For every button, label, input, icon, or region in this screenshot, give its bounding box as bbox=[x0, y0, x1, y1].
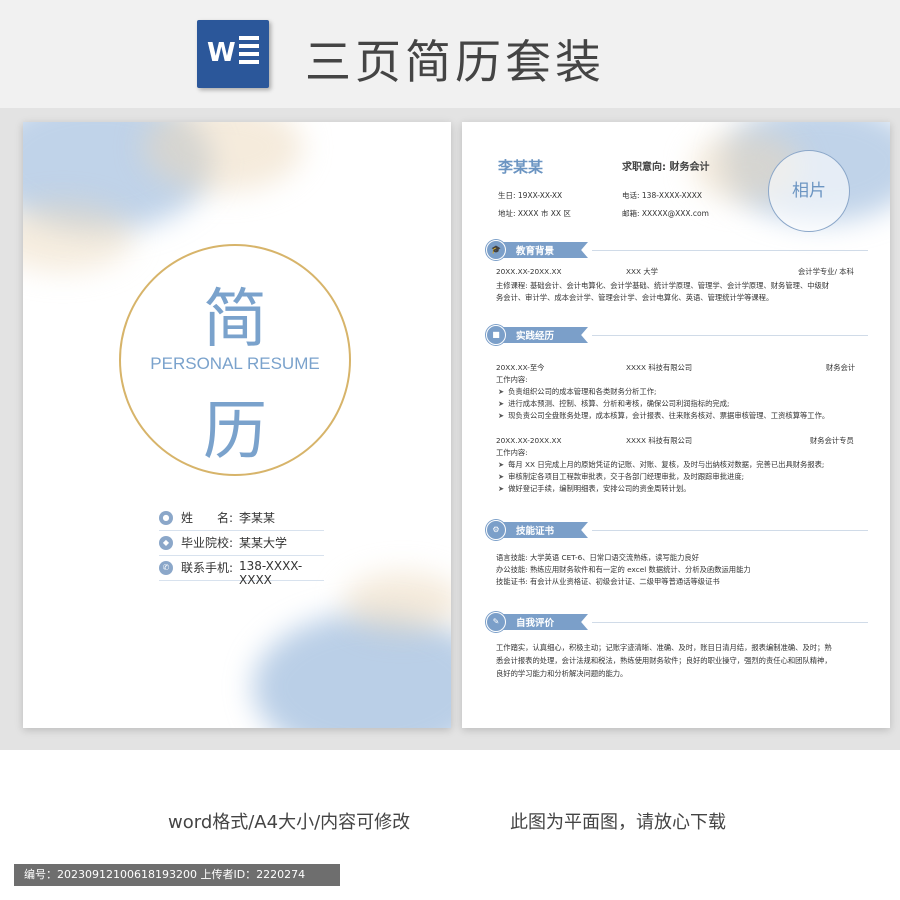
section-self: ✎ 自我评价 bbox=[484, 612, 592, 632]
footer-format-note: word格式/A4大小/内容可修改 bbox=[168, 812, 411, 833]
word-icon: W bbox=[197, 20, 269, 88]
id-bar: 编号：20230912100618193200 上传者ID：2220274 bbox=[14, 864, 340, 886]
title-ring: 简 PERSONAL RESUME 历 bbox=[119, 244, 351, 476]
job2-row: 20XX.XX-20XX.XX XXXX 科技有限公司 财务会计专员 bbox=[496, 436, 854, 445]
section-education: 🎓 教育背景 bbox=[484, 240, 592, 260]
cover-info-school: ◆ 毕业院校: 某某大学 bbox=[159, 533, 324, 556]
job-intent: 求职意向: 财务会计 bbox=[622, 162, 710, 173]
resume-name: 李某某 bbox=[498, 158, 544, 176]
page-title: 三页简历套装 bbox=[305, 35, 605, 89]
birth: 生日: 19XX-XX-XX bbox=[498, 191, 563, 200]
cover-page: 简 PERSONAL RESUME 历 ● 姓 名: 李某某 ◆ 毕业院校: 某… bbox=[23, 122, 451, 728]
cover-char-bottom: 历 bbox=[203, 395, 267, 469]
phone: 电话: 138-XXXX-XXXX bbox=[622, 191, 702, 200]
email: 邮箱: XXXXX@XXX.com bbox=[622, 209, 709, 218]
phone-icon: ✆ bbox=[159, 561, 173, 575]
pencil-icon: ✎ bbox=[486, 612, 506, 632]
photo-placeholder: 相片 bbox=[768, 150, 850, 232]
cover-subtitle: PERSONAL RESUME bbox=[150, 354, 320, 373]
section-skills: ⚙ 技能证书 bbox=[484, 520, 592, 540]
cover-info-phone: ✆ 联系手机: 138-XXXX-XXXX bbox=[159, 558, 324, 587]
briefcase-icon: ■ bbox=[486, 325, 506, 345]
gear-icon: ⚙ bbox=[486, 520, 506, 540]
cover-info-name: ● 姓 名: 李某某 bbox=[159, 508, 324, 531]
person-icon: ● bbox=[159, 511, 173, 525]
job1-row: 20XX.XX-至今 XXXX 科技有限公司 财务会计 bbox=[496, 363, 856, 372]
edu-row: 20XX.XX-20XX.XX XXX 大学 会计学专业/ 本科 bbox=[496, 267, 854, 276]
address: 地址: XXXX 市 XX 区 bbox=[498, 209, 571, 218]
cover-char-top: 简 bbox=[203, 283, 267, 357]
word-icon-letter: W bbox=[207, 38, 236, 68]
resume-page: 李某某 求职意向: 财务会计 生日: 19XX-XX-XX 电话: 138-XX… bbox=[462, 122, 890, 728]
section-practice: ■ 实践经历 bbox=[484, 325, 592, 345]
footer-download-note: 此图为平面图，请放心下载 bbox=[510, 812, 726, 833]
location-icon: ◆ bbox=[159, 536, 173, 550]
graduation-cap-icon: 🎓 bbox=[486, 240, 506, 260]
